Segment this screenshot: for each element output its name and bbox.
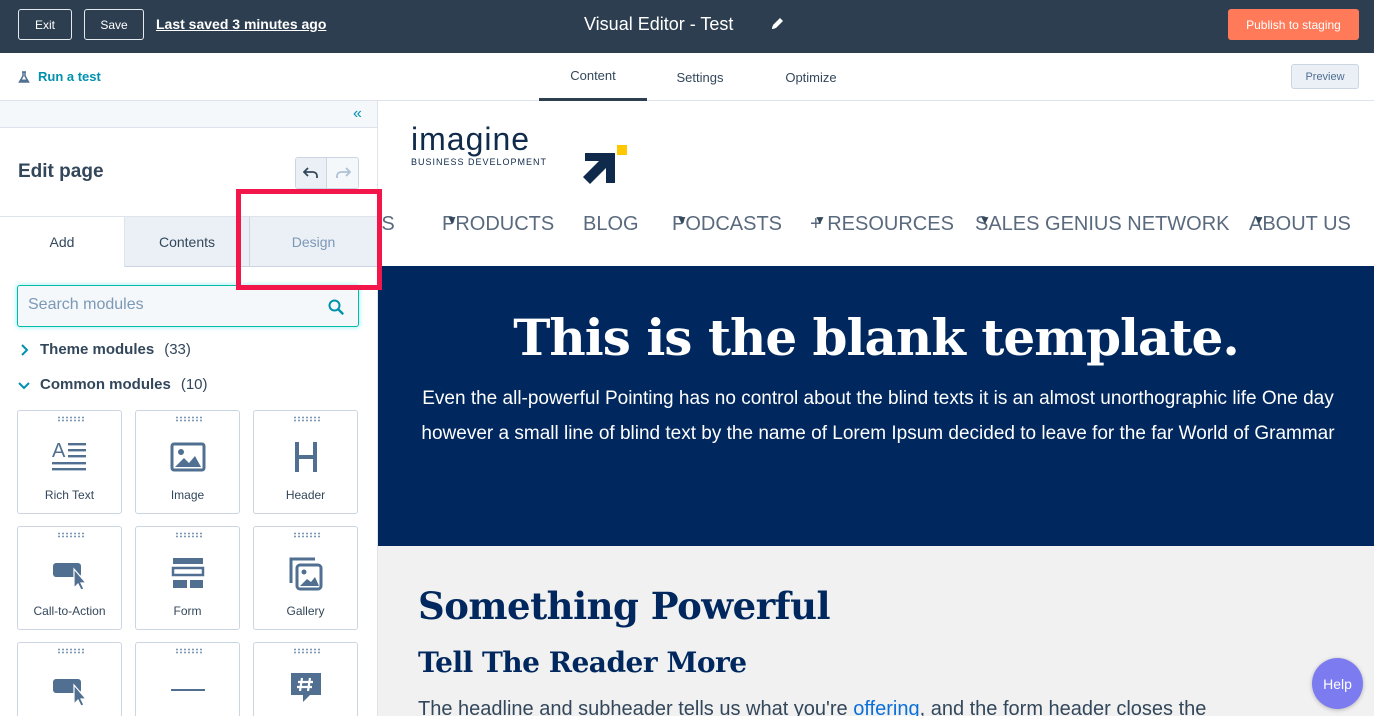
module-label: Rich Text — [44, 488, 95, 502]
gallery-icon — [289, 557, 323, 591]
module-rich-text[interactable]: A Rich Text — [17, 410, 122, 514]
drag-handle-icon[interactable] — [57, 532, 85, 538]
sidebar-title: Edit page — [18, 161, 104, 182]
undo-redo-group — [295, 157, 359, 189]
chevron-down-icon — [18, 381, 30, 389]
chevron-right-icon — [21, 343, 29, 356]
save-button[interactable]: Save — [84, 9, 144, 40]
common-modules-label: Common modules — [40, 376, 171, 393]
module-label: Form — [173, 604, 202, 618]
top-bar: Exit Save Last saved 3 minutes ago Visua… — [0, 0, 1374, 53]
redo-button[interactable] — [327, 158, 358, 188]
search-icon[interactable] — [328, 299, 344, 315]
module-social-follow[interactable] — [253, 642, 358, 716]
caret-down-icon: ▼ — [814, 213, 826, 227]
sidebar-tab-add[interactable]: Add — [0, 217, 125, 267]
site-nav: ES▼ PRODUCTS▼ BLOG PODCASTS▼ + RESOURCES… — [378, 213, 1374, 239]
module-call-to-action[interactable]: Call-to-Action — [17, 526, 122, 630]
divider-icon — [171, 689, 205, 691]
tab-optimize[interactable]: Optimize — [766, 53, 856, 101]
module-form[interactable]: Form — [135, 526, 240, 630]
sidebar-tab-contents[interactable]: Contents — [125, 217, 250, 267]
drag-handle-icon[interactable] — [293, 532, 321, 538]
caret-down-icon: ▼ — [446, 213, 458, 227]
undo-icon — [303, 167, 318, 178]
common-modules-toggle[interactable]: Common modules (10) — [18, 376, 208, 393]
theme-modules-toggle[interactable]: Theme modules (33) — [18, 341, 191, 358]
editor-title: Visual Editor - Test — [584, 14, 734, 34]
pencil-icon[interactable] — [770, 16, 784, 32]
flask-icon — [18, 70, 30, 83]
help-button[interactable]: Help — [1312, 658, 1363, 709]
logo-tagline: BUSINESS DEVELOPMENT — [411, 157, 548, 167]
hashtag-chat-icon — [291, 673, 321, 702]
module-gallery[interactable]: Gallery — [253, 526, 358, 630]
publish-to-staging-button[interactable]: Publish to staging — [1228, 9, 1359, 40]
caret-down-icon: ▼ — [676, 213, 688, 227]
theme-modules-label: Theme modules — [40, 341, 155, 358]
double-chevron-left-icon[interactable]: « — [353, 106, 362, 122]
header-icon — [295, 442, 317, 472]
drag-handle-icon[interactable] — [293, 648, 321, 654]
preview-button[interactable]: Preview — [1291, 64, 1359, 89]
theme-modules-count: (33) — [164, 341, 191, 358]
site-logo[interactable]: imagine BUSINESS DEVELOPMENT — [411, 121, 627, 184]
hero-text: Even the all-powerful Pointing has no co… — [421, 388, 1335, 444]
common-modules-count: (10) — [180, 376, 208, 393]
drag-handle-icon[interactable] — [175, 648, 203, 654]
cta-icon — [53, 679, 88, 707]
nav-item-label: PRODUCTS — [442, 213, 555, 235]
caret-down-icon: ▼ — [979, 213, 991, 227]
svg-text:A: A — [52, 440, 66, 462]
section-body: The headline and subheader tells us what… — [418, 698, 1358, 716]
drag-handle-icon[interactable] — [293, 416, 321, 422]
module-header[interactable]: Header — [253, 410, 358, 514]
drag-handle-icon[interactable] — [175, 532, 203, 538]
logo-wordmark: imagine — [411, 121, 531, 157]
form-icon — [171, 558, 205, 588]
body-text: The headline and subheader tells us what… — [418, 698, 854, 716]
hero-section[interactable]: This is the blank template. Even the all… — [378, 266, 1374, 546]
design-tab-highlight — [236, 189, 382, 290]
module-divider[interactable] — [135, 642, 240, 716]
drag-handle-icon[interactable] — [57, 648, 85, 654]
module-label: Header — [285, 488, 326, 502]
search-modules-input[interactable] — [28, 296, 308, 314]
arrow-logo-icon — [583, 145, 627, 184]
content-section[interactable]: Something Powerful Tell The Reader More … — [378, 546, 1374, 716]
module-image[interactable]: Image — [135, 410, 240, 514]
nav-item-label: PODCASTS — [672, 213, 783, 235]
editor-subbar: Run a test Content Settings Optimize Pre… — [0, 53, 1374, 101]
exit-button[interactable]: Exit — [18, 9, 72, 40]
nav-item-label: SALES GENIUS NETWORK — [975, 213, 1230, 235]
module-button[interactable] — [17, 642, 122, 716]
offering-link[interactable]: offering — [853, 698, 919, 716]
section-title: Something Powerful — [418, 584, 831, 628]
last-saved-link[interactable]: Last saved 3 minutes ago — [156, 16, 326, 32]
run-a-test-label: Run a test — [38, 69, 101, 84]
cta-icon — [53, 563, 88, 591]
redo-icon — [335, 167, 351, 178]
page-preview: imagine BUSINESS DEVELOPMENT ES▼ PRODUCT… — [378, 101, 1374, 716]
hero-title: This is the blank template. — [513, 308, 1240, 367]
nav-item-label: BLOG — [583, 213, 639, 235]
module-label: Gallery — [286, 604, 325, 618]
module-label: Call-to-Action — [33, 604, 106, 618]
nav-item-label: + RESOURCES — [810, 213, 954, 235]
run-a-test-link[interactable]: Run a test — [18, 69, 101, 84]
search-modules-field — [17, 285, 359, 327]
image-icon — [170, 442, 206, 472]
drag-handle-icon[interactable] — [57, 416, 85, 422]
caret-down-icon: ▼ — [1253, 213, 1265, 227]
rich-text-icon: A — [52, 440, 86, 471]
tab-settings[interactable]: Settings — [656, 53, 744, 101]
drag-handle-icon[interactable] — [175, 416, 203, 422]
tab-content[interactable]: Content — [539, 53, 647, 101]
body-text: , and the form header closes the — [919, 698, 1207, 716]
module-label: Image — [170, 488, 205, 502]
undo-button[interactable] — [296, 158, 328, 188]
section-subtitle: Tell The Reader More — [418, 646, 747, 679]
sidebar-collapse-bar: « — [0, 101, 377, 128]
